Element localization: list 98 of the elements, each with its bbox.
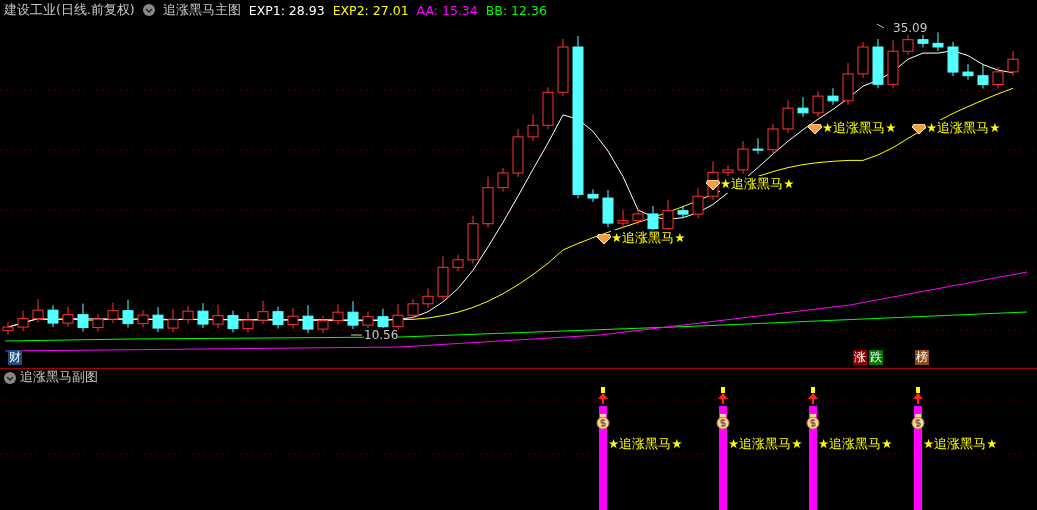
candlestick (392, 303, 404, 332)
signal-label: ★追涨黑马★ (728, 436, 803, 453)
candlestick (77, 303, 89, 333)
candlestick (62, 306, 74, 328)
candlestick (362, 311, 374, 330)
diamond-icon (808, 123, 822, 134)
candlestick (722, 164, 734, 177)
candlestick (287, 307, 299, 330)
candlestick (497, 167, 509, 193)
candlestick (1007, 50, 1019, 77)
money-bag-icon (716, 414, 730, 430)
candlestick (782, 99, 794, 134)
candlestick (737, 140, 749, 175)
candlestick (272, 306, 284, 330)
candlestick (317, 315, 329, 334)
candlestick (137, 309, 149, 329)
up-arrow-icon (808, 387, 818, 404)
candlestick (902, 34, 914, 56)
candlestick (302, 304, 314, 334)
candlestick (512, 128, 524, 178)
up-arrow-icon (598, 387, 608, 404)
signal-label: ★追涨黑马★ (923, 436, 998, 453)
price-label: 10.56 (364, 328, 399, 342)
price-label: 35.09 (893, 21, 928, 35)
candlestick (887, 39, 899, 89)
badge[interactable]: 榜 (915, 350, 929, 365)
candlestick (182, 305, 194, 325)
signal-label: ★追涨黑马★ (926, 120, 1001, 137)
chevron-down-icon[interactable] (142, 4, 155, 16)
candlestick (227, 310, 239, 334)
candlestick (332, 303, 344, 326)
indicator-value: EXP1: 28.93 (248, 2, 325, 18)
indicator-value: EXP2: 27.01 (332, 2, 409, 18)
candlestick (632, 208, 644, 226)
candlestick (452, 254, 464, 272)
candlestick (257, 300, 269, 325)
indicator-value: BB: 12.36 (485, 2, 547, 18)
candlestick (197, 302, 209, 329)
candlestick (482, 176, 494, 229)
candlestick (527, 113, 539, 142)
candlestick (842, 62, 854, 106)
candlestick (122, 299, 134, 329)
indicator-title: 追涨黑马主图 (162, 1, 241, 19)
candlestick (167, 308, 179, 333)
candlestick (992, 66, 1004, 89)
candlestick (422, 287, 434, 309)
candlestick (692, 187, 704, 219)
candlestick (872, 38, 884, 89)
candlestick (797, 96, 809, 118)
candlestick (977, 64, 989, 89)
candlestick (542, 86, 554, 130)
money-bag-icon (596, 414, 610, 430)
candlestick (92, 313, 104, 333)
candlestick (437, 255, 449, 301)
up-arrow-icon (913, 387, 923, 404)
up-arrow-icon (718, 387, 728, 404)
candlestick (677, 205, 689, 219)
leader-line (876, 23, 885, 29)
signal-label: ★追涨黑马★ (822, 120, 897, 137)
candlestick (857, 41, 869, 79)
candlestick (587, 188, 599, 203)
candlestick (347, 300, 359, 330)
chevron-down-icon[interactable] (4, 371, 16, 384)
candlestick (47, 304, 59, 328)
diamond-icon (597, 233, 611, 244)
indicator-value: AA: 15.34 (416, 2, 478, 18)
candlestick (812, 90, 824, 118)
money-bag-icon (806, 414, 820, 430)
candlestick (602, 189, 614, 228)
stock-title: 建设工业(日线.前复权) (4, 1, 135, 19)
candlestick (242, 311, 254, 334)
badge[interactable]: 财 (8, 350, 22, 365)
signal-label: ★追涨黑马★ (611, 230, 686, 247)
diamond-icon (706, 179, 720, 190)
signal-label: ★追涨黑马★ (720, 176, 795, 193)
candlestick (32, 298, 44, 324)
signal-label: ★追涨黑马★ (608, 436, 683, 453)
badge[interactable]: 跌 (869, 350, 883, 365)
candlestick (107, 302, 119, 324)
candlestick (932, 31, 944, 52)
candlestick (827, 87, 839, 106)
candlestick (617, 209, 629, 228)
candlestick (152, 306, 164, 333)
candlestick (17, 310, 29, 332)
diamond-icon (912, 123, 926, 134)
candlestick (557, 38, 569, 97)
badge[interactable]: 涨 (853, 350, 867, 365)
money-bag-icon (911, 414, 925, 430)
candlestick (767, 123, 779, 155)
candlestick (947, 41, 959, 77)
signal-label: ★追涨黑马★ (818, 436, 893, 453)
candlestick (467, 215, 479, 265)
candlestick (407, 298, 419, 320)
candlestick (962, 63, 974, 81)
indicator-title: 追涨黑马副图 (20, 369, 98, 386)
leader-line (350, 334, 363, 336)
candlestick (212, 304, 224, 329)
candlestick (752, 137, 764, 155)
